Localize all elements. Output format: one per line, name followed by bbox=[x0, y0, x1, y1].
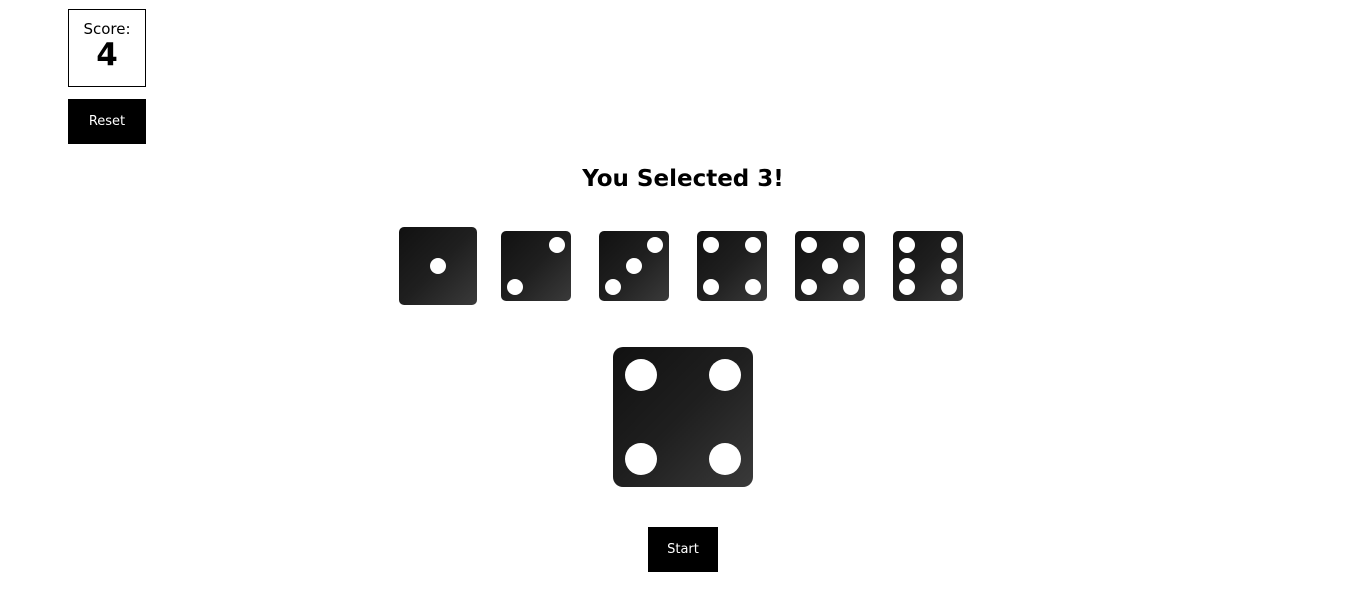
die-pip bbox=[801, 237, 817, 253]
die-pip bbox=[745, 279, 761, 295]
die-option-5[interactable] bbox=[795, 231, 865, 301]
die-pip bbox=[899, 279, 915, 295]
die-pip bbox=[703, 237, 719, 253]
die-pip bbox=[941, 237, 957, 253]
die-pip bbox=[549, 237, 565, 253]
die-face-1-icon bbox=[399, 227, 477, 305]
die-pip bbox=[605, 279, 621, 295]
die-pip bbox=[709, 359, 741, 391]
die-pip bbox=[507, 279, 523, 295]
die-face-4-icon bbox=[697, 231, 767, 301]
die-pip bbox=[647, 237, 663, 253]
score-box: Score: 4 bbox=[68, 9, 146, 87]
die-pip bbox=[745, 237, 761, 253]
die-pip bbox=[801, 279, 817, 295]
die-option-4[interactable] bbox=[697, 231, 767, 301]
die-pip bbox=[843, 279, 859, 295]
die-option-6[interactable] bbox=[893, 231, 963, 301]
die-face-4-icon bbox=[613, 347, 753, 487]
die-face-3-icon bbox=[599, 231, 669, 301]
die-pip bbox=[941, 258, 957, 274]
selection-status-heading: You Selected 3! bbox=[582, 166, 784, 192]
die-face-2-icon bbox=[501, 231, 571, 301]
die-pip bbox=[703, 279, 719, 295]
die-face-5-icon bbox=[795, 231, 865, 301]
start-button[interactable]: Start bbox=[648, 527, 718, 572]
dice-game-page: Score: 4 Reset You Selected 3! Start bbox=[0, 0, 1366, 607]
die-option-3[interactable] bbox=[599, 231, 669, 301]
die-pip bbox=[941, 279, 957, 295]
score-label: Score: bbox=[83, 20, 131, 38]
score-value: 4 bbox=[96, 37, 118, 73]
rolled-die bbox=[613, 347, 753, 487]
die-pip bbox=[709, 443, 741, 475]
die-pip bbox=[899, 258, 915, 274]
die-pip bbox=[625, 359, 657, 391]
die-pip bbox=[899, 237, 915, 253]
die-pip bbox=[626, 258, 642, 274]
die-face-6-icon bbox=[893, 231, 963, 301]
die-pip bbox=[822, 258, 838, 274]
die-option-2[interactable] bbox=[501, 231, 571, 301]
die-option-1[interactable] bbox=[399, 227, 477, 305]
die-pip bbox=[625, 443, 657, 475]
die-pip bbox=[843, 237, 859, 253]
reset-button[interactable]: Reset bbox=[68, 99, 146, 144]
die-pip bbox=[430, 258, 446, 274]
